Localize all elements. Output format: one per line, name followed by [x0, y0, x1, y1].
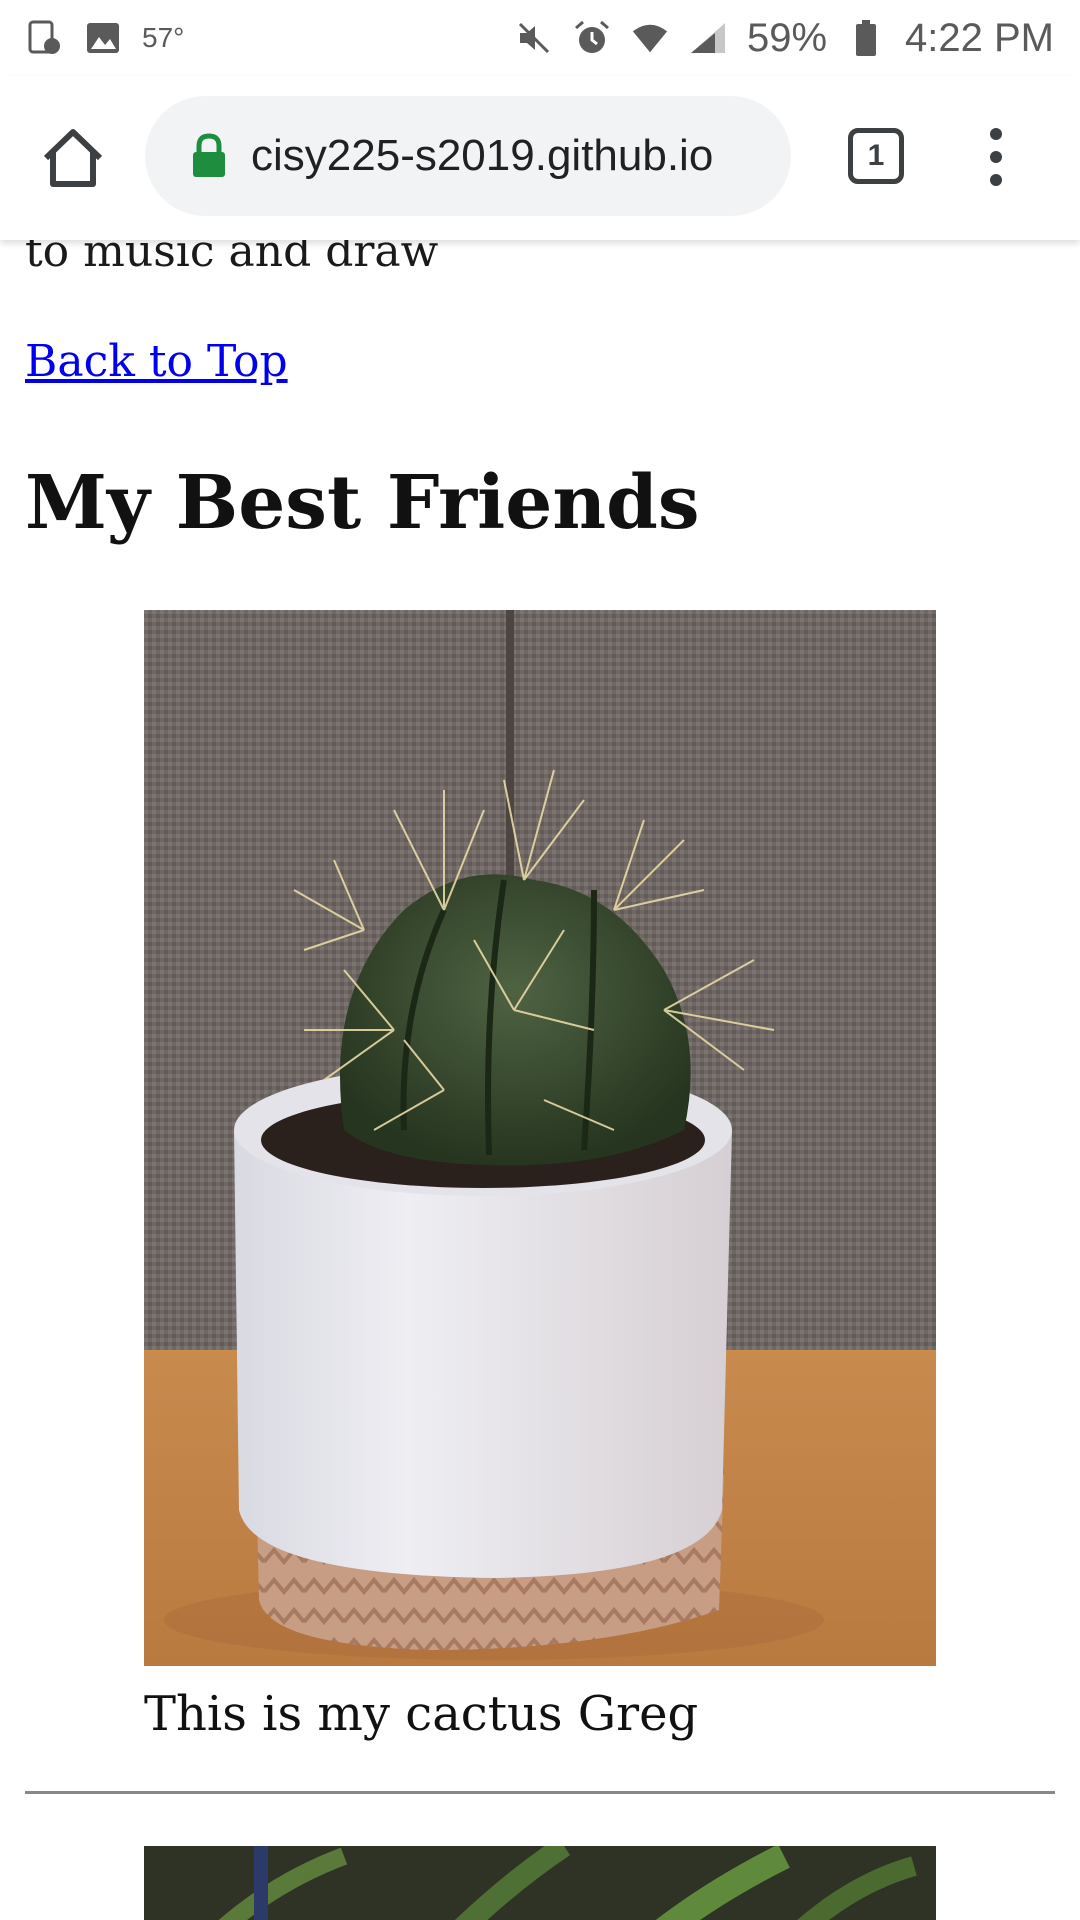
- status-bar: 57° 59% 4:22 PM: [0, 0, 1080, 76]
- tab-switcher-button[interactable]: 1: [848, 128, 904, 184]
- cactus-photo: [144, 610, 936, 1666]
- mute-icon: [515, 19, 553, 57]
- home-icon: [43, 129, 103, 187]
- clock-text: 4:22 PM: [905, 15, 1054, 60]
- url-text: cisy225-s2019.github.io: [251, 131, 714, 180]
- address-bar[interactable]: cisy225-s2019.github.io: [145, 96, 791, 216]
- gallery-notification-icon: [84, 19, 122, 57]
- battery-icon: [847, 19, 885, 57]
- second-plant-photo: [144, 1846, 936, 1920]
- photo-caption: This is my cactus Greg: [144, 1686, 699, 1742]
- signal-icon: [689, 19, 727, 57]
- overflow-menu-button[interactable]: [980, 122, 1012, 192]
- section-heading: My Best Friends: [25, 460, 700, 546]
- alarm-icon: [573, 19, 611, 57]
- temperature-text: 57°: [142, 22, 185, 53]
- back-to-top-link[interactable]: Back to Top: [25, 336, 288, 387]
- more-vert-icon: [990, 128, 1002, 186]
- wifi-icon: [631, 19, 669, 57]
- screenshot-notification-icon: [26, 19, 64, 57]
- browser-toolbar: cisy225-s2019.github.io 1: [0, 76, 1080, 240]
- web-page-content: to music and draw Back to Top My Best Fr…: [0, 0, 1080, 1920]
- lock-icon: [193, 133, 225, 177]
- home-button[interactable]: [38, 128, 108, 188]
- horizontal-rule: [25, 1791, 1055, 1794]
- battery-percent: 59%: [746, 15, 828, 60]
